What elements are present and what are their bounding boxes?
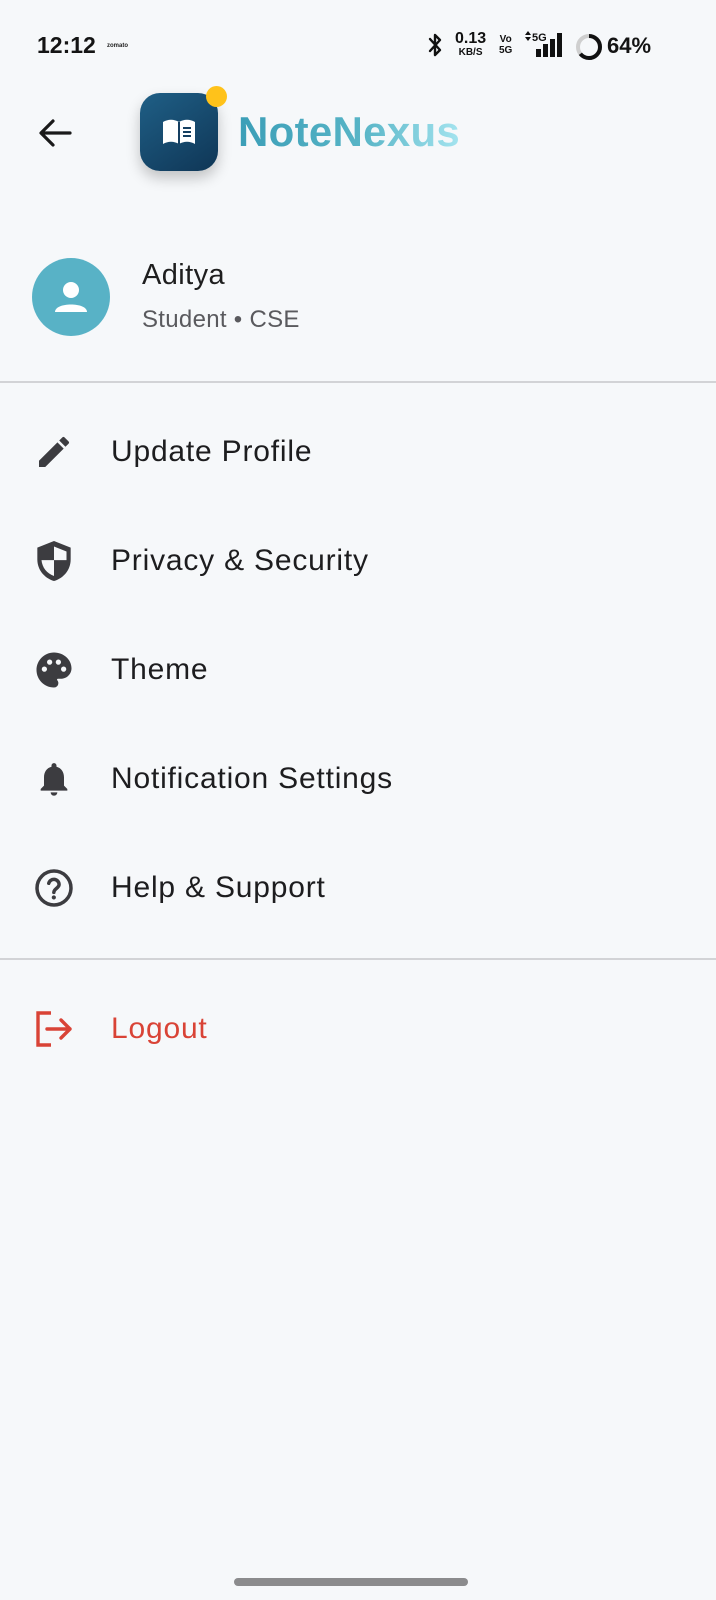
help-circle-icon: [32, 866, 76, 910]
volte-bottom: 5G: [499, 45, 513, 56]
shield-icon: [32, 539, 76, 583]
menu-item-label: Update Profile: [111, 435, 313, 468]
menu-item-label: Theme: [111, 653, 209, 686]
divider: [0, 958, 716, 960]
menu-item-label: Help & Support: [111, 871, 326, 904]
bell-icon: [32, 757, 76, 801]
logo-notification-dot: [206, 86, 227, 107]
arrow-left-icon: [39, 119, 72, 147]
signal-icon: 5G: [525, 31, 562, 57]
status-time: 12:12: [37, 32, 96, 58]
volte-top: Vo: [499, 34, 512, 45]
settings-screen: 12:12 zomato 0.13 KB/S Vo 5G 5G 64% Note…: [0, 0, 716, 1600]
menu-item-update-profile[interactable]: Update Profile: [0, 404, 716, 500]
profile-role: Student • CSE: [142, 306, 300, 333]
app-title: NoteNexus: [238, 108, 461, 155]
pencil-icon: [32, 430, 76, 474]
logout-button[interactable]: Logout: [0, 981, 716, 1077]
network-speed-unit: KB/S: [458, 47, 483, 58]
book-icon: [163, 119, 195, 144]
back-button[interactable]: [30, 108, 80, 158]
volte-indicator: Vo 5G: [499, 34, 512, 56]
battery-icon: [576, 34, 602, 60]
palette-icon: [32, 648, 76, 692]
network-speed: 0.13 KB/S: [455, 30, 487, 59]
menu-item-label: Notification Settings: [111, 762, 393, 795]
menu-item-help-support[interactable]: Help & Support: [0, 840, 716, 936]
logout-label: Logout: [111, 1012, 208, 1045]
menu-item-notification-settings[interactable]: Notification Settings: [0, 731, 716, 827]
menu-item-theme[interactable]: Theme: [0, 622, 716, 718]
avatar: [32, 258, 110, 336]
profile-name: Aditya: [142, 259, 225, 291]
status-bar: 12:12 zomato 0.13 KB/S Vo 5G 5G 64%: [0, 0, 716, 92]
app-logo: [140, 93, 218, 171]
divider: [0, 381, 716, 383]
bluetooth-icon: [428, 33, 442, 57]
person-icon: [55, 282, 87, 312]
home-indicator[interactable]: [234, 1578, 468, 1586]
network-speed-value: 0.13: [455, 30, 487, 47]
notification-app-icon: zomato: [107, 43, 128, 49]
network-type: 5G: [532, 32, 547, 44]
logout-icon: [32, 1007, 76, 1051]
battery-percent: 64%: [607, 33, 652, 58]
menu-item-privacy-security[interactable]: Privacy & Security: [0, 513, 716, 609]
menu-item-label: Privacy & Security: [111, 544, 369, 577]
